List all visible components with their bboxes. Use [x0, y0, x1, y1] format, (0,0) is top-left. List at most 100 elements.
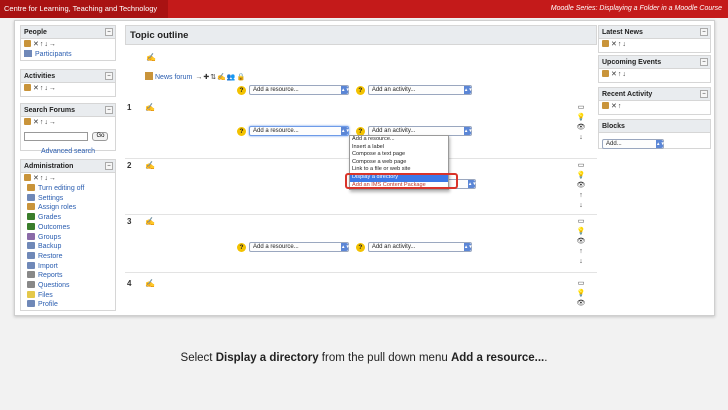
admin-item[interactable]: Groups — [21, 232, 115, 243]
add-resource-select-open[interactable]: Add a resource... ▲▼ — [249, 126, 350, 136]
show-only-icon[interactable]: ▭ — [575, 103, 587, 113]
move-up-icon[interactable]: ↑ — [575, 247, 587, 257]
go-button[interactable]: Go — [92, 132, 109, 142]
admin-item-icon — [27, 242, 35, 250]
collapse-icon[interactable]: – — [105, 72, 113, 80]
roles-icon[interactable] — [602, 40, 609, 47]
help-icon[interactable]: ? — [355, 85, 365, 95]
edit-summary-icon[interactable]: ✍ — [145, 161, 155, 170]
edit-summary-icon[interactable]: ✍ — [145, 279, 155, 288]
section-2-side-icons: ▭ 💡 👁 ↑ ↓ — [575, 161, 587, 211]
admin-item[interactable]: Import — [21, 261, 115, 272]
dropdown-option[interactable]: Add a resource... — [350, 136, 448, 144]
admin-item[interactable]: Outcomes — [21, 222, 115, 233]
help-icon[interactable]: ? — [355, 242, 365, 252]
roles-icon[interactable] — [24, 118, 31, 125]
collapse-icon[interactable]: – — [105, 28, 113, 36]
move-up-icon[interactable]: ↑ — [575, 191, 587, 201]
admin-item[interactable]: Files — [21, 290, 115, 301]
block-move-icons[interactable]: ✕↑↓ — [611, 71, 627, 78]
roles-icon[interactable] — [602, 102, 609, 109]
block-move-icons[interactable]: ✕↑↓→ — [33, 175, 57, 182]
admin-item[interactable]: Questions — [21, 281, 115, 291]
admin-item[interactable]: Settings — [21, 193, 115, 204]
people-block-title: People — [24, 29, 47, 36]
main-column: Topic outline — [125, 25, 597, 45]
admin-item[interactable]: Backup — [21, 242, 115, 252]
roles-icon[interactable] — [602, 70, 609, 77]
admin-item[interactable]: Assign roles — [21, 203, 115, 213]
show-only-icon[interactable]: ▭ — [575, 161, 587, 171]
admin-item[interactable]: Profile — [21, 300, 115, 310]
highlight-icon[interactable]: 💡 — [575, 171, 587, 181]
news-forum-link[interactable]: News forum — [155, 74, 192, 81]
section-1-side-icons: ▭ 💡 👁 ↓ — [575, 103, 587, 143]
admin-item-icon — [27, 203, 35, 211]
edit-summary-icon[interactable]: ✍ — [145, 103, 155, 112]
dropdown-option[interactable]: Compose a web page — [350, 159, 448, 167]
advanced-search-link[interactable]: Advanced search — [21, 148, 115, 155]
admin-item[interactable]: Grades — [21, 213, 115, 223]
move-down-icon[interactable]: ↓ — [575, 257, 587, 267]
collapse-icon[interactable]: – — [105, 106, 113, 114]
admin-item[interactable]: Restore — [21, 251, 115, 262]
participants-link[interactable]: Participants — [21, 50, 115, 59]
add-resource-select[interactable]: Add a resource... ▲▼ — [249, 242, 350, 252]
collapse-icon[interactable]: – — [700, 90, 708, 98]
edit-summary-icon[interactable]: ✍ — [146, 53, 156, 62]
section-4: 4 ✍ — [125, 277, 597, 315]
recent-activity-block: Recent Activity – ✕↑ — [598, 87, 711, 115]
help-icon[interactable]: ? — [237, 126, 246, 136]
block-edit-toolbar: ✕↑↓→ — [21, 83, 115, 94]
block-move-icons[interactable]: ✕↑ — [611, 103, 622, 110]
roles-icon[interactable] — [24, 174, 31, 181]
activities-block-title: Activities — [24, 73, 56, 80]
section-number: 3 — [127, 217, 132, 226]
admin-item[interactable]: Reports — [21, 271, 115, 281]
admin-item[interactable]: Turn editing off — [21, 184, 115, 194]
collapse-icon[interactable]: – — [700, 58, 708, 66]
highlight-icon[interactable]: 💡 — [575, 113, 587, 123]
help-icon[interactable]: ? — [237, 242, 246, 252]
add-resource-select[interactable]: Add a resource... ▲▼ — [249, 85, 350, 95]
hide-icon[interactable]: 👁 — [575, 237, 587, 247]
show-only-icon[interactable]: ▭ — [575, 217, 587, 227]
collapse-icon[interactable]: – — [700, 28, 708, 36]
search-input[interactable] — [24, 132, 88, 142]
recent-activity-header: Recent Activity – — [599, 88, 710, 101]
activity-edit-icons[interactable]: →✚⇅✍👥🔒 — [195, 74, 246, 81]
admin-item-icon — [27, 213, 35, 221]
blocks-header: Blocks — [599, 120, 710, 133]
dropdown-option[interactable]: Insert a label — [350, 144, 448, 152]
collapse-icon[interactable]: – — [105, 162, 113, 170]
help-icon[interactable]: ? — [237, 85, 246, 95]
hide-icon[interactable]: 👁 — [575, 299, 587, 309]
block-move-icons[interactable]: ✕↑↓→ — [33, 41, 57, 48]
admin-item-icon — [27, 251, 35, 259]
admin-item-icon — [27, 290, 35, 298]
move-down-icon[interactable]: ↓ — [575, 133, 587, 143]
hide-icon[interactable]: 👁 — [575, 181, 587, 191]
highlight-icon[interactable]: 💡 — [575, 289, 587, 299]
section-3-side-icons: ▭ 💡 👁 ↑ ↓ — [575, 217, 587, 267]
add-activity-select[interactable]: Add an activity...▲▼ — [367, 242, 473, 252]
activities-block: Activities – ✕↑↓→ — [20, 69, 116, 97]
section-3-controls: ? Add a resource... ▲▼ ? Add an activity...… — [237, 242, 473, 252]
highlight-icon[interactable]: 💡 — [575, 227, 587, 237]
add-activity-select[interactable]: Add an activity...▲▼ — [367, 85, 473, 95]
block-move-icons[interactable]: ✕↑↓ — [611, 41, 627, 48]
administration-block: Administration – ✕↑↓→ Turn editing off Set… — [20, 159, 116, 311]
edit-summary-icon[interactable]: ✍ — [145, 217, 155, 226]
show-only-icon[interactable]: ▭ — [575, 279, 587, 289]
hide-icon[interactable]: 👁 — [575, 123, 587, 133]
block-move-icons[interactable]: ✕↑↓→ — [33, 85, 57, 92]
people-block-header: People – — [21, 26, 115, 39]
move-down-icon[interactable]: ↓ — [575, 201, 587, 211]
add-block-select[interactable]: Add... ▲▼ — [602, 138, 665, 149]
roles-icon[interactable] — [24, 40, 31, 47]
roles-icon[interactable] — [24, 84, 31, 91]
topic-outline-title: Topic outline — [125, 25, 597, 45]
block-edit-toolbar: ✕↑↓ — [599, 39, 710, 50]
dropdown-option[interactable]: Compose a text page — [350, 151, 448, 159]
block-move-icons[interactable]: ✕↑↓→ — [33, 119, 57, 126]
